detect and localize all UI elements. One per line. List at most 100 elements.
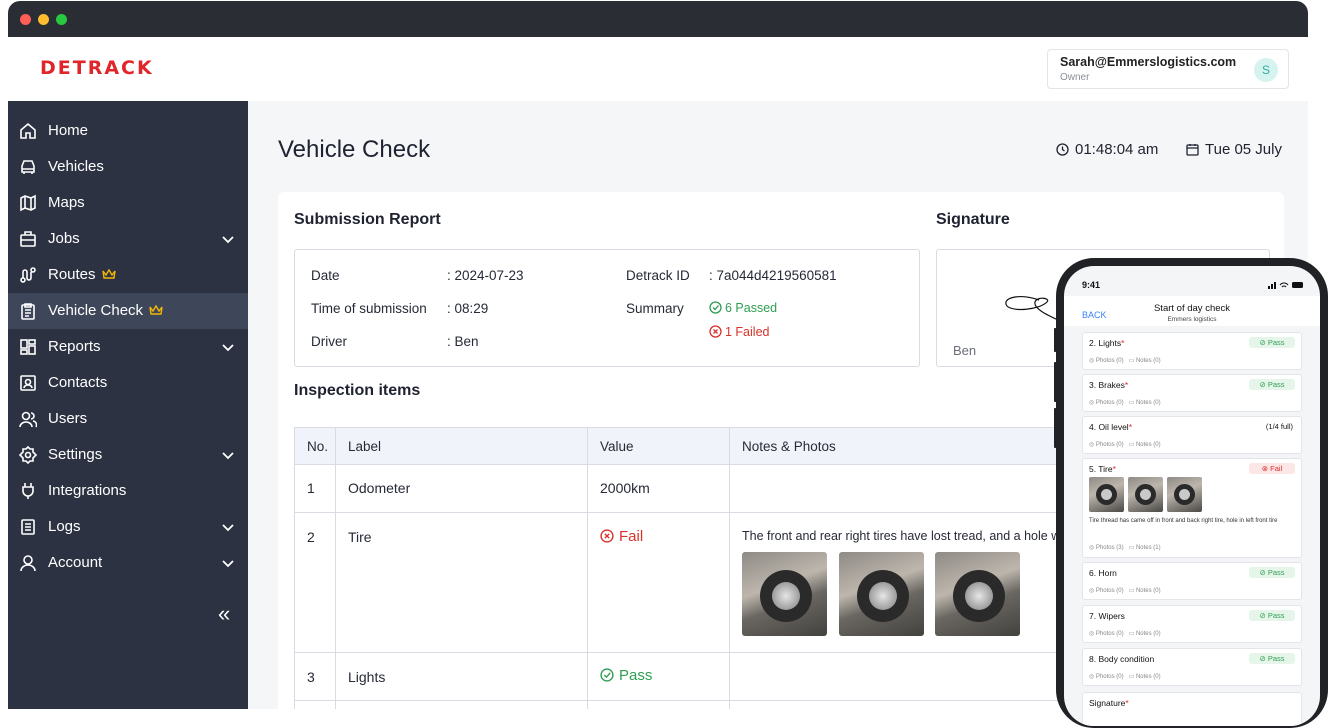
table-cell-label: Tire [335, 513, 588, 653]
clipboard-icon [21, 303, 35, 320]
route-icon [20, 267, 36, 283]
check-item-name: 3. Brakes* [1089, 380, 1129, 390]
table-cell-value: Fail [587, 513, 730, 653]
oil-level-value: (1/4 full) [1265, 422, 1293, 431]
tire-note-text: The front and rear right tires have lost… [742, 529, 1074, 543]
sidebar-item-users[interactable]: Users [8, 401, 248, 437]
table-cell-notes: The front and rear right tires have lost… [729, 513, 1099, 653]
time-label: Time of submission [311, 301, 427, 316]
check-item-name: 5. Tire* [1089, 464, 1116, 474]
check-item-meta: ◎ Photos (3) ▭ Notes (1) [1089, 545, 1161, 551]
table-cell-value [587, 701, 730, 709]
table-header-notes: Notes & Photos [729, 427, 1099, 465]
sidebar-item-label: Maps [48, 194, 85, 211]
submission-report-box: Date : 2024-07-23 Time of submission : 0… [294, 249, 920, 367]
avatar: S [1254, 58, 1278, 82]
phone-subtitle: Emmers logistics [1167, 316, 1217, 323]
current-time: 01:48:04 am [1056, 141, 1158, 158]
table-cell-no: 3 [294, 653, 336, 701]
plug-icon [22, 483, 34, 499]
phone-signature-label: Signature* [1089, 698, 1129, 708]
check-item-name: 8. Body condition [1089, 654, 1155, 664]
sidebar-item-label: Vehicles [48, 158, 104, 175]
table-header-no: No. [294, 427, 336, 465]
check-item-name: 4. Oil level* [1089, 422, 1132, 432]
sidebar-item-label: Users [48, 410, 88, 427]
user-email: Sarah@Emmerslogistics.com [1060, 55, 1237, 69]
car-icon [21, 160, 35, 174]
table-cell-label: Lights [335, 653, 588, 701]
table-cell-notes [729, 465, 1099, 513]
check-item-meta: ◎ Photos (0) ▭ Notes (0) [1089, 588, 1161, 594]
tire-photo-1[interactable] [742, 552, 827, 636]
pass-badge: ⊘ Pass [1249, 610, 1295, 621]
sidebar-item-vehicle-check[interactable]: Vehicle Check [8, 293, 248, 329]
sidebar-item-routes[interactable]: Routes [8, 257, 248, 293]
reports-icon [20, 339, 36, 355]
x-circle-icon [709, 325, 722, 338]
sidebar-item-home[interactable]: Home [8, 113, 248, 149]
phone-header: BACK Start of day check Emmers logistics [1064, 296, 1320, 326]
tire-thumbnail-3[interactable] [1167, 477, 1202, 512]
users-icon [19, 411, 37, 428]
phone-check-item[interactable]: 6. Horn ⊘ Pass ◎ Photos (0) ▭ Notes (0) [1082, 562, 1302, 600]
table-cell-notes [729, 701, 1099, 709]
phone-volume-button [1054, 362, 1057, 402]
user-role: Owner [1060, 72, 1090, 83]
maximize-window-button[interactable] [56, 14, 67, 25]
page-title: Vehicle Check [278, 136, 431, 163]
time-value: : 08:29 [447, 301, 489, 316]
driver-label: Driver [311, 334, 347, 349]
table-cell-no: 2 [294, 513, 336, 653]
detrack-id-value: : 7a044d4219560581 [709, 268, 837, 283]
sidebar-item-label: Settings [48, 446, 103, 463]
map-icon [20, 194, 36, 212]
phone-check-item[interactable]: 2. Lights* ⊘ Pass ◎ Photos (0) ▭ Notes (… [1082, 332, 1302, 370]
sidebar-item-label: Account [48, 554, 103, 571]
date-label: Date [311, 268, 340, 283]
minimize-window-button[interactable] [38, 14, 49, 25]
phone-check-item[interactable]: 4. Oil level* (1/4 full) ◎ Photos (0) ▭ … [1082, 416, 1302, 454]
contacts-icon [20, 375, 36, 391]
pass-badge: ⊘ Pass [1249, 653, 1295, 664]
phone-check-item[interactable]: 8. Body condition ⊘ Pass ◎ Photos (0) ▭ … [1082, 648, 1302, 686]
account-icon [20, 555, 36, 572]
phone-check-item[interactable]: 7. Wipers ⊘ Pass ◎ Photos (0) ▭ Notes (0… [1082, 605, 1302, 643]
sidebar-item-contacts[interactable]: Contacts [8, 365, 248, 401]
sidebar-item-logs[interactable]: Logs [8, 509, 248, 545]
phone-signature-card[interactable]: Signature* [1082, 692, 1302, 726]
clock-icon [1056, 143, 1069, 156]
sidebar-item-reports[interactable]: Reports [8, 329, 248, 365]
sidebar-item-vehicles[interactable]: Vehicles [8, 149, 248, 185]
current-date: Tue 05 July [1186, 141, 1282, 158]
sidebar-item-label: Integrations [48, 482, 127, 499]
fail-badge: ⊗ Fail [1249, 463, 1295, 474]
sidebar-item-label: Reports [48, 338, 101, 355]
phone-volume-button [1054, 328, 1057, 352]
collapse-sidebar-button[interactable]: « [218, 601, 238, 626]
pass-badge: ⊘ Pass [1249, 567, 1295, 578]
phone-check-item[interactable]: 5. Tire* ⊗ Fail Tire thread has came off… [1082, 458, 1302, 558]
sidebar-item-maps[interactable]: Maps [8, 185, 248, 221]
sidebar-item-settings[interactable]: Settings [8, 437, 248, 473]
sidebar-item-jobs[interactable]: Jobs [8, 221, 248, 257]
calendar-icon [1186, 144, 1199, 156]
sidebar-item-integrations[interactable]: Integrations [8, 473, 248, 509]
check-circle-icon [600, 668, 614, 682]
user-menu[interactable]: Sarah@Emmerslogistics.com Owner S [1047, 49, 1289, 89]
tire-photo-3[interactable] [935, 552, 1020, 636]
detrack-logo[interactable]: DETRACK [40, 57, 154, 79]
tire-thumbnail-1[interactable] [1089, 477, 1124, 512]
submission-report-title: Submission Report [294, 211, 441, 228]
tire-note: Tire thread has came off in front and ba… [1089, 518, 1278, 524]
close-window-button[interactable] [20, 14, 31, 25]
check-item-meta: ◎ Photos (0) ▭ Notes (0) [1089, 400, 1161, 406]
sidebar-item-account[interactable]: Account [8, 545, 248, 581]
phone-status-icons [1268, 282, 1303, 289]
phone-check-item[interactable]: 3. Brakes* ⊘ Pass ◎ Photos (0) ▭ Notes (… [1082, 374, 1302, 412]
check-item-meta: ◎ Photos (0) ▭ Notes (0) [1089, 631, 1161, 637]
tire-thumbnail-2[interactable] [1128, 477, 1163, 512]
tire-photo-2[interactable] [839, 552, 924, 636]
chevron-down-icon [222, 344, 234, 352]
crown-icon [149, 304, 163, 315]
